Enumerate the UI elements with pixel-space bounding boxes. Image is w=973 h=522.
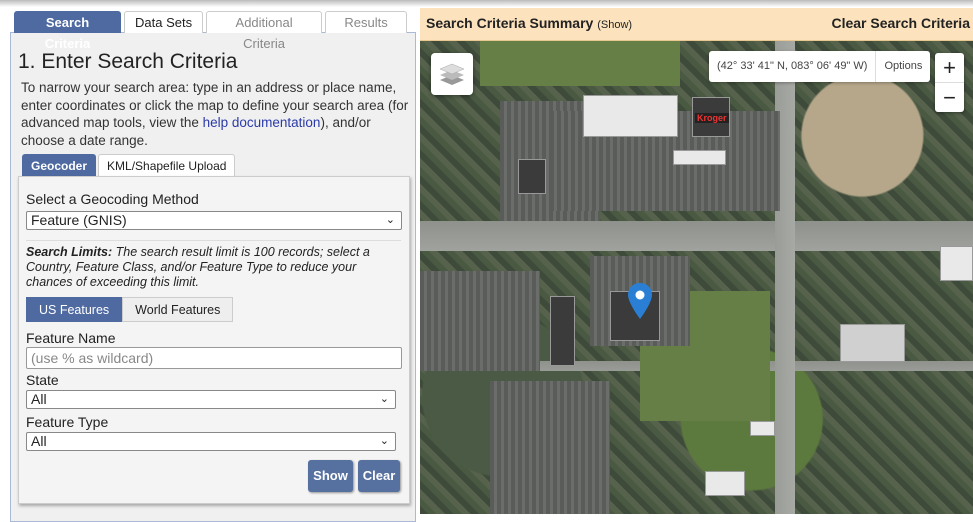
store-label: Kroger [695,113,729,123]
chevron-down-icon: ⌄ [379,435,389,447]
page-title: 1. Enter Search Criteria [18,50,238,73]
feature-scope-toggle: US Features World Features [26,297,234,322]
feature-name-input[interactable]: (use % as wildcard) [26,347,402,369]
tab-additional-criteria[interactable]: Additional Criteria [206,11,323,51]
top-edge [0,0,973,7]
help-documentation-link[interactable]: help documentation [203,115,321,130]
geocoding-method-value: Feature (GNIS) [31,212,127,228]
state-label: State [26,372,59,388]
geocoding-method-select[interactable]: Feature (GNIS) ⌄ [26,211,402,230]
chevron-down-icon: ⌄ [379,393,389,405]
chevron-down-icon: ⌄ [385,214,395,226]
tab-kml-upload[interactable]: KML/Shapefile Upload [98,154,236,176]
search-limits-note: Search Limits: The search result limit i… [26,245,396,290]
intro-text: To narrow your search area: type in an a… [21,79,411,149]
tab-search-criteria[interactable]: Search Criteria [14,11,121,51]
main-tabs: Search Criteria Data Sets Additional Cri… [14,11,408,51]
coordinates-text: (42° 33' 41" N, 083° 06' 49" W) [717,60,868,72]
world-features-button[interactable]: World Features [122,297,234,322]
state-value: All [31,391,47,407]
search-limits-heading: Search Limits: [26,245,113,259]
show-button[interactable]: Show [308,460,353,492]
feature-name-label: Feature Name [26,330,116,346]
layers-button[interactable] [431,53,473,95]
search-criteria-summary-bar: Search Criteria Summary (Show) Clear Sea… [420,8,973,41]
summary-show-link[interactable]: (Show) [597,19,632,31]
geocoder-tabs: Geocoder KML/Shapefile Upload [22,154,236,176]
layers-icon [439,63,465,85]
zoom-control: + − [935,53,964,112]
coordinate-readout: (42° 33' 41" N, 083° 06' 49" W) Options [709,51,931,82]
feature-type-select[interactable]: All ⌄ [26,432,396,451]
tab-geocoder[interactable]: Geocoder [22,154,97,176]
zoom-out-button[interactable]: − [935,82,964,111]
tab-results[interactable]: Results [325,11,408,33]
summary-title: Search Criteria Summary [426,15,594,31]
clear-button[interactable]: Clear [358,460,400,492]
feature-type-value: All [31,433,47,449]
map[interactable]: (42° 33' 41" N, 083° 06' 49" W) Options … [420,41,973,514]
feature-type-label: Feature Type [26,414,109,430]
zoom-in-button[interactable]: + [935,53,964,82]
divider [26,240,401,241]
us-features-button[interactable]: US Features [26,297,123,322]
map-marker-icon[interactable] [628,283,652,324]
state-select[interactable]: All ⌄ [26,390,396,409]
clear-search-criteria-button[interactable]: Clear Search Criteria [831,8,970,39]
tab-data-sets[interactable]: Data Sets [124,11,204,33]
map-options-button[interactable]: Options [875,51,930,82]
geocoding-method-label: Select a Geocoding Method [26,191,199,207]
